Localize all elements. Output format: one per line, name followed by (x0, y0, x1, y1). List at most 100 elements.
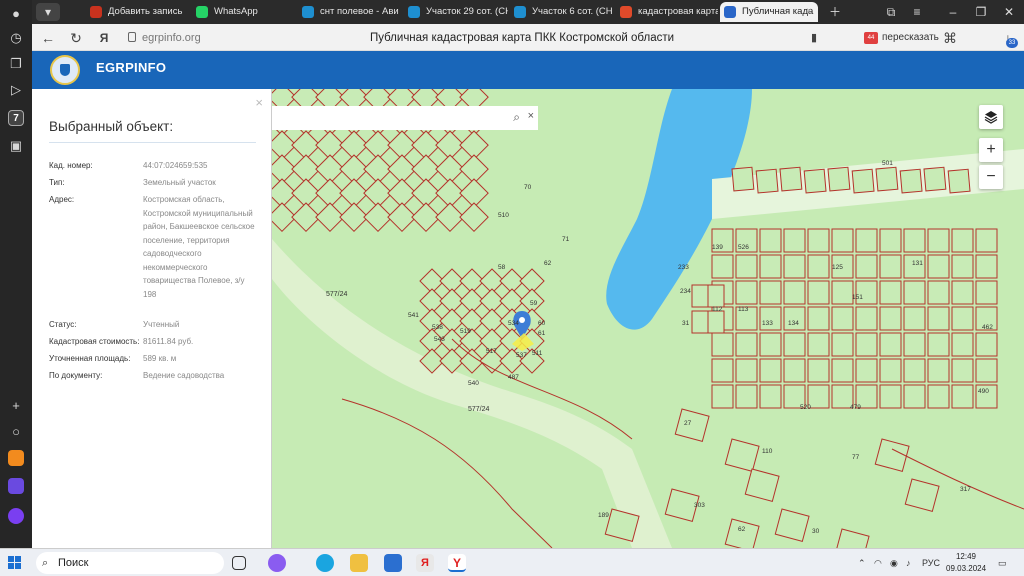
parcel[interactable] (879, 332, 902, 357)
tab-4[interactable]: Участок 29 сот. (СН (404, 2, 508, 22)
parcel[interactable] (903, 306, 926, 331)
parcel[interactable] (724, 438, 760, 472)
tab-2[interactable]: WhatsApp (192, 2, 296, 22)
parcel[interactable] (711, 384, 734, 409)
yandex-icon[interactable]: Я (94, 28, 114, 48)
parcel[interactable] (975, 228, 998, 253)
parcel[interactable] (831, 358, 854, 383)
parcel[interactable] (927, 228, 950, 253)
parcel[interactable] (903, 228, 926, 253)
clock[interactable]: 12:49 09.03.2024 (946, 551, 986, 575)
logo-emblem[interactable] (50, 55, 80, 85)
windows-start-icon[interactable] (8, 556, 22, 570)
parcel[interactable] (927, 306, 950, 331)
parcel[interactable] (879, 254, 902, 279)
parcel[interactable] (879, 306, 902, 331)
parcel[interactable] (779, 166, 803, 192)
add-panel-icon[interactable]: + (6, 396, 26, 416)
parcel[interactable] (783, 358, 806, 383)
parcel[interactable] (834, 528, 870, 548)
media-icon[interactable]: ▷ (6, 80, 26, 100)
explorer-icon[interactable] (350, 554, 368, 572)
tab-3[interactable]: снт полевое - Ави (298, 2, 402, 22)
parcel[interactable] (879, 280, 902, 305)
parcel[interactable] (903, 280, 926, 305)
parcel[interactable] (711, 358, 734, 383)
yandex-browser-icon[interactable]: Y (448, 554, 466, 572)
parcel[interactable] (855, 254, 878, 279)
parcel[interactable] (783, 228, 806, 253)
parcel[interactable] (951, 254, 974, 279)
parcel[interactable] (851, 168, 875, 194)
tab-menu-button[interactable]: ▾ (36, 3, 60, 21)
collections-icon[interactable]: ❐ (6, 54, 26, 74)
taskbar-search[interactable]: ⌕ Поиск (36, 552, 224, 574)
reload-icon[interactable]: ↻ (66, 28, 86, 48)
url-field[interactable]: egrpinfo.org (142, 30, 201, 46)
parcel[interactable] (879, 384, 902, 409)
parcel[interactable] (735, 280, 758, 305)
map-search-box[interactable]: ⌕ × (272, 106, 538, 130)
parcel[interactable] (724, 518, 760, 548)
wifi-icon[interactable]: ◉ (890, 555, 898, 571)
app-orange-icon[interactable] (8, 450, 24, 466)
profile-icon[interactable]: ● (6, 4, 26, 24)
parcel[interactable] (879, 358, 902, 383)
minimize-icon[interactable]: – (944, 3, 962, 21)
parcel[interactable] (899, 168, 923, 194)
search-icon[interactable]: ⌕ (513, 110, 520, 125)
parcel[interactable] (744, 468, 780, 502)
parcel[interactable] (783, 254, 806, 279)
parcel[interactable] (735, 358, 758, 383)
parcel[interactable] (759, 280, 782, 305)
parcel[interactable] (831, 228, 854, 253)
parcel[interactable] (807, 280, 830, 305)
tab-6[interactable]: кадастровая карта (616, 2, 718, 22)
parcel[interactable] (855, 228, 878, 253)
alice-icon[interactable] (8, 508, 24, 524)
parcel[interactable] (903, 358, 926, 383)
parcel[interactable] (783, 332, 806, 357)
parcel[interactable] (707, 284, 725, 308)
parcel[interactable] (951, 280, 974, 305)
tab-7[interactable]: Публичная када × (720, 2, 818, 22)
parcel[interactable] (735, 254, 758, 279)
parcel[interactable] (903, 384, 926, 409)
parcel[interactable] (735, 332, 758, 357)
parcel[interactable] (879, 228, 902, 253)
network-icon[interactable]: ◠ (874, 555, 882, 571)
parcel[interactable] (904, 478, 940, 512)
parcel[interactable] (927, 358, 950, 383)
bookmark-icon[interactable]: ▮ (804, 28, 824, 48)
parcel[interactable] (903, 332, 926, 357)
extensions-icon[interactable]: ⌘ (940, 28, 960, 48)
parcel[interactable] (975, 358, 998, 383)
parcel[interactable] (674, 408, 710, 442)
parcel[interactable] (807, 358, 830, 383)
history-icon[interactable]: ◷ (6, 28, 26, 48)
parcel[interactable] (975, 254, 998, 279)
parcel[interactable] (927, 254, 950, 279)
parcel[interactable] (975, 332, 998, 357)
layers-button[interactable] (979, 105, 1003, 129)
parcel[interactable] (855, 358, 878, 383)
parcel[interactable] (807, 228, 830, 253)
alice-panel-icon[interactable]: ○ (6, 422, 26, 442)
edge-icon[interactable] (316, 554, 334, 572)
parcel[interactable] (831, 306, 854, 331)
clear-search-icon[interactable]: × (528, 110, 534, 122)
alice-taskbar-icon[interactable] (268, 554, 286, 572)
zoom-out-button[interactable]: − (979, 165, 1003, 189)
language-indicator[interactable]: РУС (922, 555, 940, 571)
notifications-icon[interactable]: ▭ (998, 555, 1007, 571)
parcel[interactable] (759, 332, 782, 357)
parcel[interactable] (759, 358, 782, 383)
parcel[interactable] (831, 332, 854, 357)
zoom-in-button[interactable]: + (979, 138, 1003, 162)
parcel[interactable] (807, 254, 830, 279)
maximize-icon[interactable]: ❐ (972, 3, 990, 21)
parcel[interactable] (875, 166, 899, 192)
parcel[interactable] (707, 310, 725, 334)
parcel[interactable] (735, 384, 758, 409)
parcel[interactable] (923, 166, 947, 192)
